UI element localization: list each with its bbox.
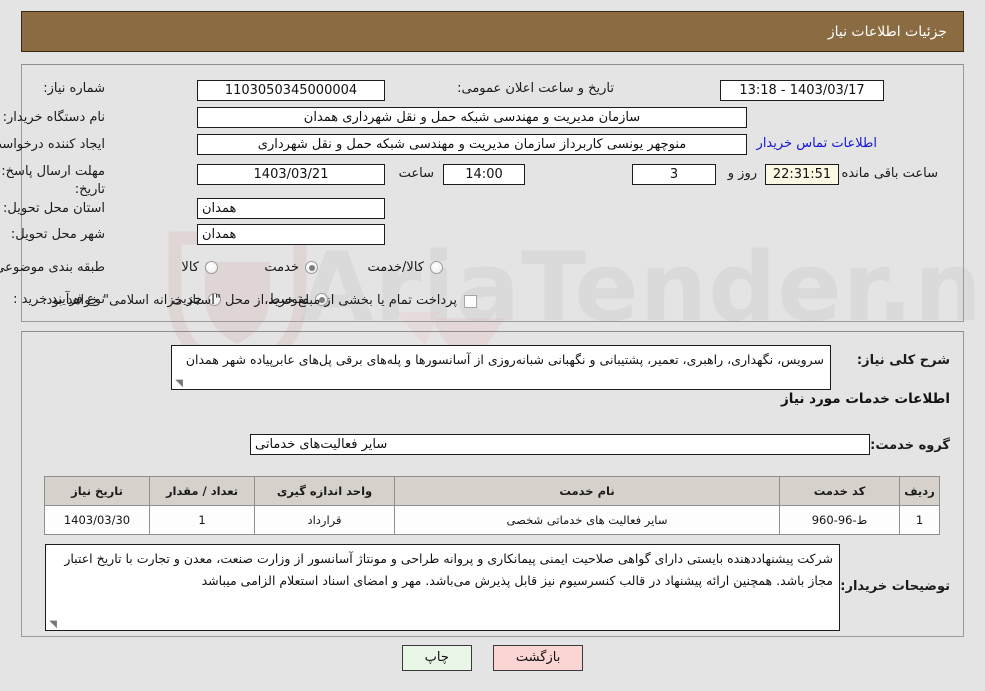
table-header-row: ردیف کد خدمت نام خدمت واحد اندازه گیری ت… (44, 476, 940, 506)
back-button[interactable]: بازگشت (492, 645, 584, 671)
cell-index: 1 (899, 505, 940, 535)
deadline-label-line2: تاریخ: (74, 182, 105, 197)
deadline-date-field: 1403/03/21 (197, 164, 385, 185)
service-group-field: سایر فعالیت‌های خدماتی (250, 434, 870, 455)
print-button[interactable]: چاپ (401, 645, 472, 671)
col-quantity: تعداد / مقدار (149, 476, 255, 506)
need-info-panel (21, 64, 964, 322)
col-index: ردیف (899, 476, 940, 506)
announce-datetime-label-wrap: تاریخ و ساعت اعلان عمومی: (457, 80, 614, 98)
province-label-wrap: استان محل تحویل: (3, 200, 105, 218)
deadline-hour-label-wrap: ساعت (399, 165, 434, 183)
remaining-time-label: ساعت باقی مانده (841, 166, 938, 181)
service-group-label-wrap: گروه خدمت: (870, 437, 950, 455)
services-table-wrap: ردیف کد خدمت نام خدمت واحد اندازه گیری ت… (44, 476, 940, 535)
buyer-notes-text: شرکت پیشنهاددهنده بایستی دارای گواهی صلا… (64, 551, 833, 588)
buyer-org-label: نام دستگاه خریدار: (2, 110, 105, 125)
city-field: همدان (197, 224, 385, 245)
remaining-days-label: روز و (727, 166, 757, 181)
need-summary-textarea[interactable]: سرویس، نگهداری، راهبری، تعمیر، پشتیبانی … (171, 345, 831, 390)
cell-unit: قرارداد (254, 505, 395, 535)
services-section-title: اطلاعات خدمات مورد نیاز (780, 391, 950, 407)
cell-name: سایر فعالیت های خدماتی شخصی (394, 505, 780, 535)
table-row: 1 ط-96-960 سایر فعالیت های خدماتی شخصی ق… (44, 505, 940, 535)
category-option-kala[interactable]: کالا (177, 260, 220, 275)
need-number-field: 1103050345000004 (197, 80, 385, 101)
buyer-contact-link[interactable]: اطلاعات تماس خریدار (757, 136, 877, 151)
services-table: ردیف کد خدمت نام خدمت واحد اندازه گیری ت… (44, 476, 940, 535)
requester-field: منوچهر یونسی کاربرداز سازمان مدیریت و مه… (197, 134, 747, 155)
cell-quantity: 1 (149, 505, 255, 535)
deadline-label-wrap: مهلت ارسال پاسخ: تا تاریخ: (0, 163, 105, 199)
announce-datetime-label: تاریخ و ساعت اعلان عمومی: (457, 81, 614, 96)
deadline-label-line1: مهلت ارسال پاسخ: تا (0, 164, 105, 179)
buyer-notes-textarea[interactable]: شرکت پیشنهاددهنده بایستی دارای گواهی صلا… (45, 544, 840, 631)
radio-khedmat-label: خدمت (264, 260, 299, 275)
radio-kala-label: کالا (181, 260, 199, 275)
radio-kala-icon[interactable] (205, 261, 218, 274)
need-summary-label: شرح کلی نیاز: (856, 353, 950, 368)
cell-need-date: 1403/03/30 (44, 505, 150, 535)
deadline-hour-field: 14:00 (443, 164, 525, 185)
category-label: طبقه بندی موضوعی: (0, 260, 105, 275)
announce-datetime-field: 1403/03/17 - 13:18 (720, 80, 884, 101)
category-label-wrap: طبقه بندی موضوعی: (0, 259, 105, 277)
col-unit: واحد اندازه گیری (254, 476, 395, 506)
page-header: جزئیات اطلاعات نیاز (21, 11, 964, 52)
category-option-kala-khedmat[interactable]: کالا/خدمت (363, 260, 445, 275)
remaining-time-field: 22:31:51 (765, 164, 839, 185)
service-group-label: گروه خدمت: (870, 438, 950, 453)
col-name: نام خدمت (394, 476, 780, 506)
buyer-notes-label: توضیحات خریدار: (840, 579, 950, 594)
col-need-date: تاریخ نیاز (44, 476, 150, 506)
resize-grip-icon[interactable]: ◥ (174, 379, 183, 389)
remaining-days-field: 3 (632, 164, 716, 185)
resize-grip-icon-2[interactable]: ◥ (48, 620, 57, 630)
need-number-label: شماره نیاز: (43, 81, 105, 96)
radio-kala-khedmat-label: کالا/خدمت (367, 260, 424, 275)
buyer-org-label-wrap: نام دستگاه خریدار: (3, 109, 105, 127)
radio-khedmat-icon[interactable] (305, 261, 318, 274)
need-summary-text: سرویس، نگهداری، راهبری، تعمیر، پشتیبانی … (185, 352, 824, 367)
requester-label-wrap: ایجاد کننده درخواست: (0, 136, 105, 154)
footer-button-bar: بازگشت چاپ (0, 645, 985, 671)
province-field: همدان (197, 198, 385, 219)
buyer-org-field: سازمان مدیریت و مهندسی شبکه حمل و نقل شه… (197, 107, 747, 128)
city-label-wrap: شهر محل تحویل: (11, 226, 105, 244)
city-label: شهر محل تحویل: (10, 227, 105, 242)
need-summary-label-wrap: شرح کلی نیاز: (857, 352, 950, 370)
treasury-checkbox[interactable] (464, 294, 477, 308)
buyer-notes-label-wrap: توضیحات خریدار: (840, 578, 950, 596)
remaining-time-label-wrap: ساعت باقی مانده (842, 165, 938, 183)
remaining-days-label-wrap: روز و (728, 165, 757, 183)
page-root: AriaTender.net جزئیات اطلاعات نیاز شماره… (0, 0, 985, 691)
page-title: جزئیات اطلاعات نیاز (827, 23, 947, 40)
treasury-note-row[interactable]: پرداخت تمام یا بخشی از مبلغ خرید،از محل … (42, 292, 480, 310)
buyer-contact-link-wrap[interactable]: اطلاعات تماس خریدار (757, 136, 877, 151)
need-number-row: شماره نیاز: (43, 80, 105, 98)
cell-code: ط-96-960 (779, 505, 900, 535)
requester-label: ایجاد کننده درخواست: (0, 137, 105, 152)
treasury-note-label: پرداخت تمام یا بخشی از مبلغ خرید،از محل … (42, 293, 457, 308)
col-code: کد خدمت (779, 476, 900, 506)
radio-kala-khedmat-icon[interactable] (430, 261, 443, 274)
province-label: استان محل تحویل: (3, 201, 105, 216)
category-option-khedmat[interactable]: خدمت (260, 260, 320, 275)
deadline-hour-label: ساعت (398, 166, 434, 181)
